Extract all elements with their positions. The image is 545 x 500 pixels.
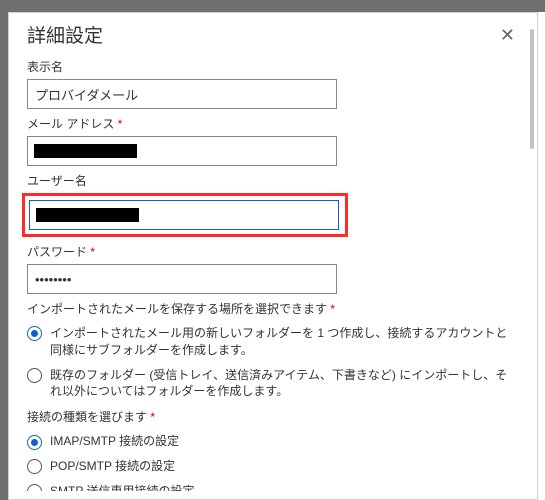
radio-icon	[27, 326, 42, 341]
email-input[interactable]	[27, 136, 337, 166]
panel-title: 詳細設定	[27, 21, 103, 48]
email-label: メール アドレス	[27, 115, 519, 132]
conn-option-label: POP/SMTP 接続の設定	[50, 458, 519, 475]
store-option-new-folder[interactable]: インポートされたメール用の新しいフォルダーを 1 つ作成し、接続するアカウントと…	[27, 325, 519, 359]
radio-icon	[27, 435, 42, 450]
username-input[interactable]	[29, 200, 339, 230]
conn-option-label: IMAP/SMTP 接続の設定	[50, 433, 519, 450]
highlight-annotation	[22, 193, 348, 237]
connection-type-label: 接続の種類を選びます	[27, 408, 519, 425]
modal-panel: 詳細設定 ✕ 表示名 メール アドレス ユーザー名 パスワード インポートされた…	[8, 12, 538, 500]
store-option-existing-folder[interactable]: 既存のフォルダー (受信トレイ、送信済みアイテム、下書きなど) にインポートし、…	[27, 367, 519, 401]
radio-icon	[27, 368, 42, 383]
conn-option-imap[interactable]: IMAP/SMTP 接続の設定	[27, 433, 519, 450]
store-option-label: 既存のフォルダー (受信トレイ、送信済みアイテム、下書きなど) にインポートし、…	[50, 367, 519, 401]
username-label: ユーザー名	[27, 172, 519, 189]
scrollbar[interactable]	[530, 29, 534, 149]
display-name-label: 表示名	[27, 58, 519, 75]
password-input[interactable]	[27, 264, 337, 294]
display-name-input[interactable]	[27, 79, 337, 109]
store-option-label: インポートされたメール用の新しいフォルダーを 1 つ作成し、接続するアカウントと…	[50, 325, 519, 359]
store-location-label: インポートされたメールを保存する場所を選択できます	[27, 300, 519, 317]
password-label: パスワード	[27, 243, 519, 260]
radio-icon	[27, 459, 42, 474]
close-icon[interactable]: ✕	[496, 26, 519, 44]
conn-option-pop[interactable]: POP/SMTP 接続の設定	[27, 458, 519, 475]
